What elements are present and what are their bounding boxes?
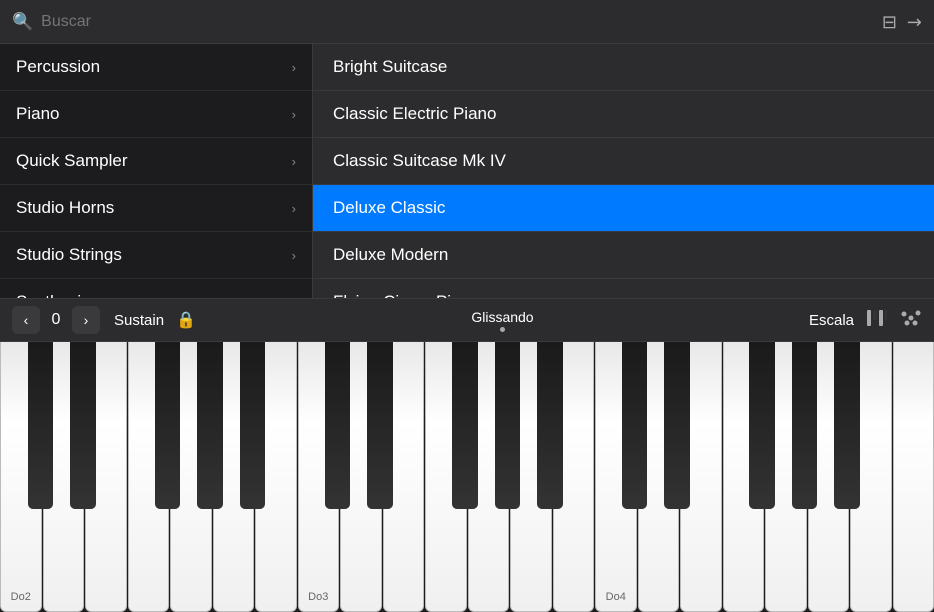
scatter-button[interactable]	[900, 309, 922, 331]
submenu-item-deluxe-modern[interactable]: Deluxe Modern	[313, 232, 934, 279]
chevron-icon-piano: ›	[292, 107, 296, 122]
category-item-piano[interactable]: Piano ›	[0, 91, 312, 138]
keys-container: Do2 Do3 Do4	[0, 342, 934, 612]
octave-down-button[interactable]: ‹	[12, 306, 40, 334]
black-key-1-3[interactable]	[495, 342, 520, 509]
piano-grid-button[interactable]	[866, 309, 888, 331]
lock-icon: 🔒	[176, 310, 196, 330]
category-item-studio-strings[interactable]: Studio Strings ›	[0, 232, 312, 279]
piano-controls-bar: ‹ 0 › Sustain 🔒 Glissando Escala	[0, 298, 934, 342]
key-do5[interactable]	[893, 342, 934, 612]
category-item-percussion[interactable]: Percussion ›	[0, 44, 312, 91]
right-controls: Escala	[809, 309, 922, 331]
black-key-1-4[interactable]	[537, 342, 562, 509]
black-key-0-3[interactable]	[197, 342, 222, 509]
octave-value: 0	[46, 311, 66, 329]
key-label-do4: Do4	[606, 591, 626, 603]
black-key-2-0[interactable]	[622, 342, 647, 509]
black-key-0-1[interactable]	[70, 342, 95, 509]
black-key-0-4[interactable]	[240, 342, 265, 509]
category-label-piano: Piano	[16, 104, 59, 124]
glissando-control: Glissando	[196, 309, 809, 332]
category-label-quick-sampler: Quick Sampler	[16, 151, 127, 171]
search-input[interactable]	[41, 13, 874, 31]
submenu-item-classic-electric-piano[interactable]: Classic Electric Piano	[313, 91, 934, 138]
black-key-0-0[interactable]	[28, 342, 53, 509]
piano-keyboard: Do2 Do3 Do4	[0, 342, 934, 612]
chevron-icon-studio-horns: ›	[292, 201, 296, 216]
black-key-2-1[interactable]	[664, 342, 689, 509]
key-label-do2: Do2	[11, 591, 31, 603]
black-key-2-4[interactable]	[834, 342, 859, 509]
category-label-studio-horns: Studio Horns	[16, 198, 114, 218]
submenu-item-deluxe-classic[interactable]: Deluxe Classic	[313, 185, 934, 232]
glissando-dot	[500, 327, 505, 332]
glissando-label: Glissando	[471, 309, 533, 325]
category-label-studio-strings: Studio Strings	[16, 245, 122, 265]
black-key-1-0[interactable]	[325, 342, 350, 509]
octave-up-button[interactable]: ›	[72, 306, 100, 334]
category-item-studio-horns[interactable]: Studio Horns ›	[0, 185, 312, 232]
escala-label: Escala	[809, 312, 854, 329]
search-bar: 🔍 ⊟ ↗	[0, 0, 934, 44]
black-key-1-2[interactable]	[452, 342, 477, 509]
black-key-2-3[interactable]	[792, 342, 817, 509]
black-key-0-2[interactable]	[155, 342, 180, 509]
expand-button[interactable]: ↗	[903, 10, 926, 33]
black-key-1-1[interactable]	[367, 342, 392, 509]
chevron-icon-studio-strings: ›	[292, 248, 296, 263]
octave-controls: ‹ 0 › Sustain 🔒	[12, 306, 196, 334]
chevron-icon-percussion: ›	[292, 60, 296, 75]
category-label-percussion: Percussion	[16, 57, 100, 77]
grid-view-button[interactable]: ⊟	[882, 13, 897, 31]
black-key-2-2[interactable]	[749, 342, 774, 509]
sustain-label: Sustain	[114, 312, 164, 329]
submenu-item-bright-suitcase[interactable]: Bright Suitcase	[313, 44, 934, 91]
category-item-quick-sampler[interactable]: Quick Sampler ›	[0, 138, 312, 185]
key-label-do3: Do3	[308, 591, 328, 603]
submenu-item-classic-suitcase-mk-iv[interactable]: Classic Suitcase Mk IV	[313, 138, 934, 185]
search-bar-icons: ⊟ ↗	[882, 13, 922, 31]
search-icon: 🔍	[12, 12, 33, 32]
chevron-icon-quick-sampler: ›	[292, 154, 296, 169]
